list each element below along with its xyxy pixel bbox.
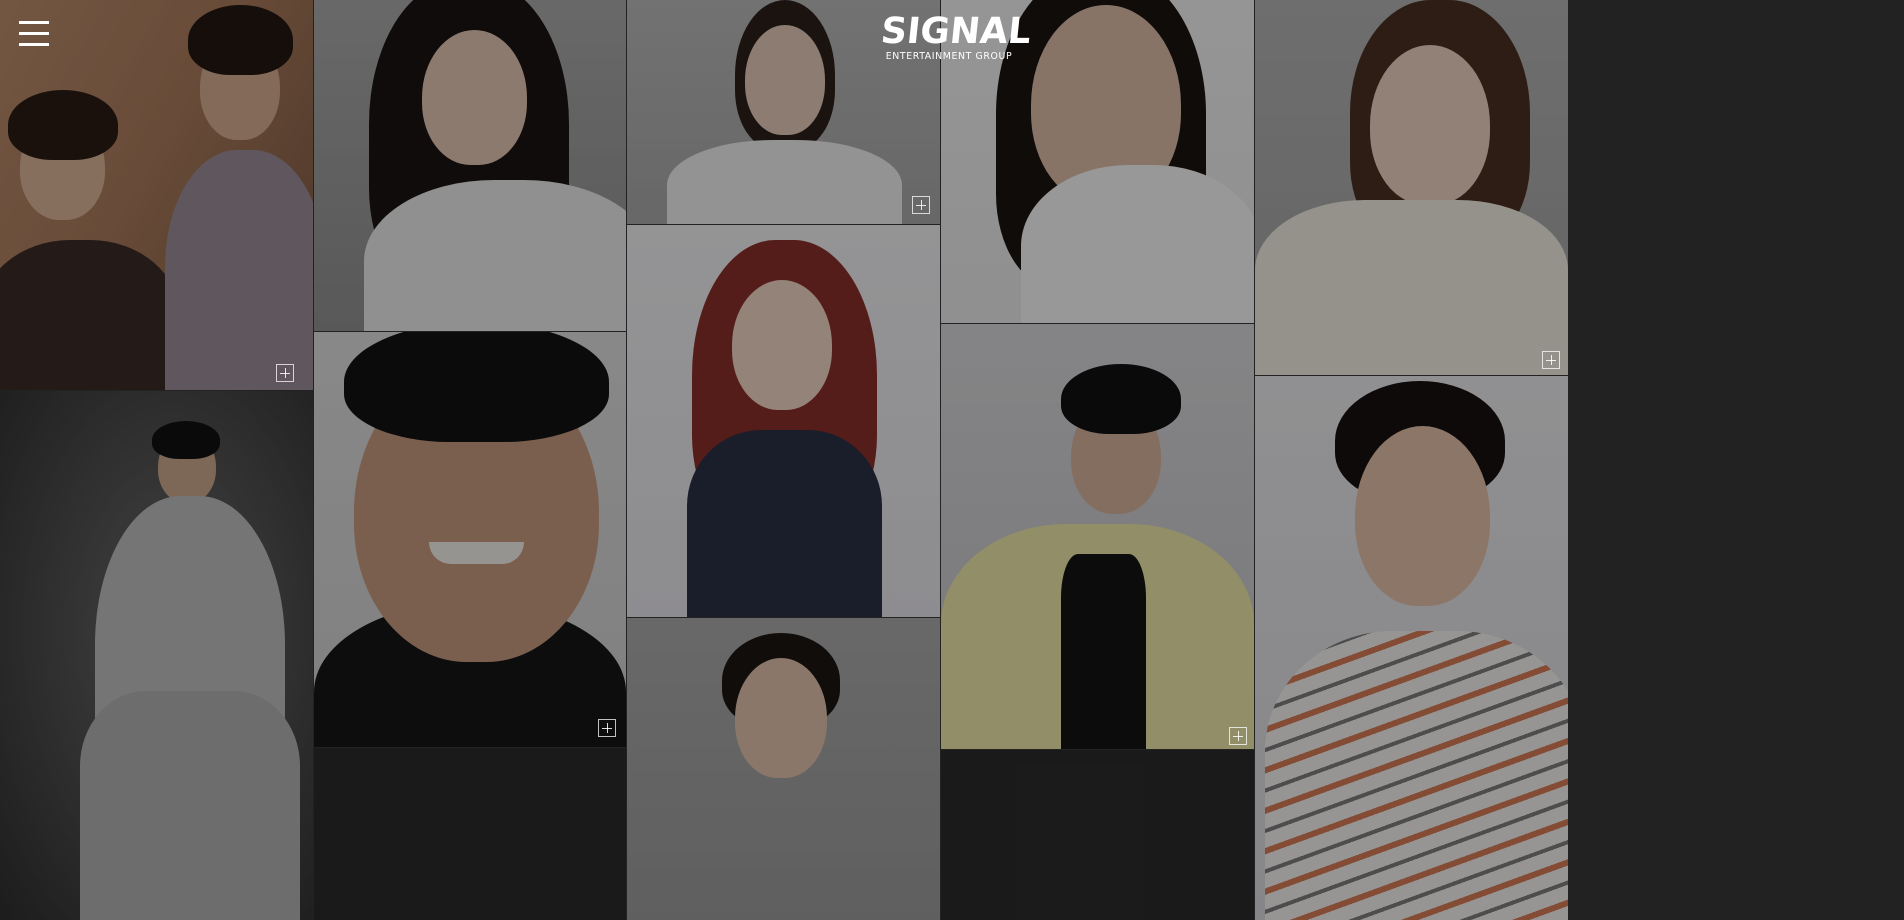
artist-tile-woman-updo[interactable]: [627, 618, 940, 920]
artist-tile-bottom-strip-1[interactable]: [314, 748, 626, 920]
tile-overlay: [627, 618, 940, 920]
hamburger-menu-icon[interactable]: [19, 21, 49, 47]
tile-overlay: [627, 225, 940, 617]
viewport: SIGNAL ENTERTAINMENT GROUP: [0, 0, 1904, 920]
artist-tile-man-striped-shirt[interactable]: [1255, 376, 1568, 920]
plus-square-icon[interactable]: [1229, 727, 1247, 745]
tile-overlay: [314, 748, 626, 920]
plus-square-icon[interactable]: [1542, 351, 1560, 369]
artist-tile-bottom-strip-2[interactable]: [941, 750, 1254, 920]
logo-tagline: ENTERTAINMENT GROUP: [885, 51, 1013, 62]
menu-line: [19, 21, 49, 24]
plus-square-icon[interactable]: [276, 364, 294, 382]
artist-tile-man-light-suit[interactable]: [0, 391, 313, 920]
tile-overlay: [941, 324, 1254, 749]
artist-tile-duo-men[interactable]: [0, 0, 313, 390]
artist-tile-woman-long-dark-hair[interactable]: [314, 0, 626, 331]
tile-overlay: [941, 750, 1254, 920]
tile-overlay: [1255, 376, 1568, 920]
site-logo[interactable]: SIGNAL ENTERTAINMENT GROUP: [878, 11, 1034, 62]
tile-overlay: [314, 332, 626, 747]
tile-overlay: [0, 0, 313, 390]
artist-tile-man-cap-yellow-jacket[interactable]: [941, 324, 1254, 749]
artist-tile-red-haired-woman[interactable]: [627, 225, 940, 617]
artist-tile-woman-knit-sweater[interactable]: [1255, 0, 1568, 375]
tile-overlay: [0, 391, 313, 920]
tile-overlay: [314, 0, 626, 331]
artist-tile-smiling-man[interactable]: [314, 332, 626, 747]
logo-wordmark: SIGNAL: [878, 11, 1034, 52]
plus-square-icon[interactable]: [598, 719, 616, 737]
tile-overlay: [1255, 0, 1568, 375]
menu-line: [19, 32, 49, 35]
plus-square-icon[interactable]: [912, 196, 930, 214]
menu-line: [19, 43, 49, 46]
